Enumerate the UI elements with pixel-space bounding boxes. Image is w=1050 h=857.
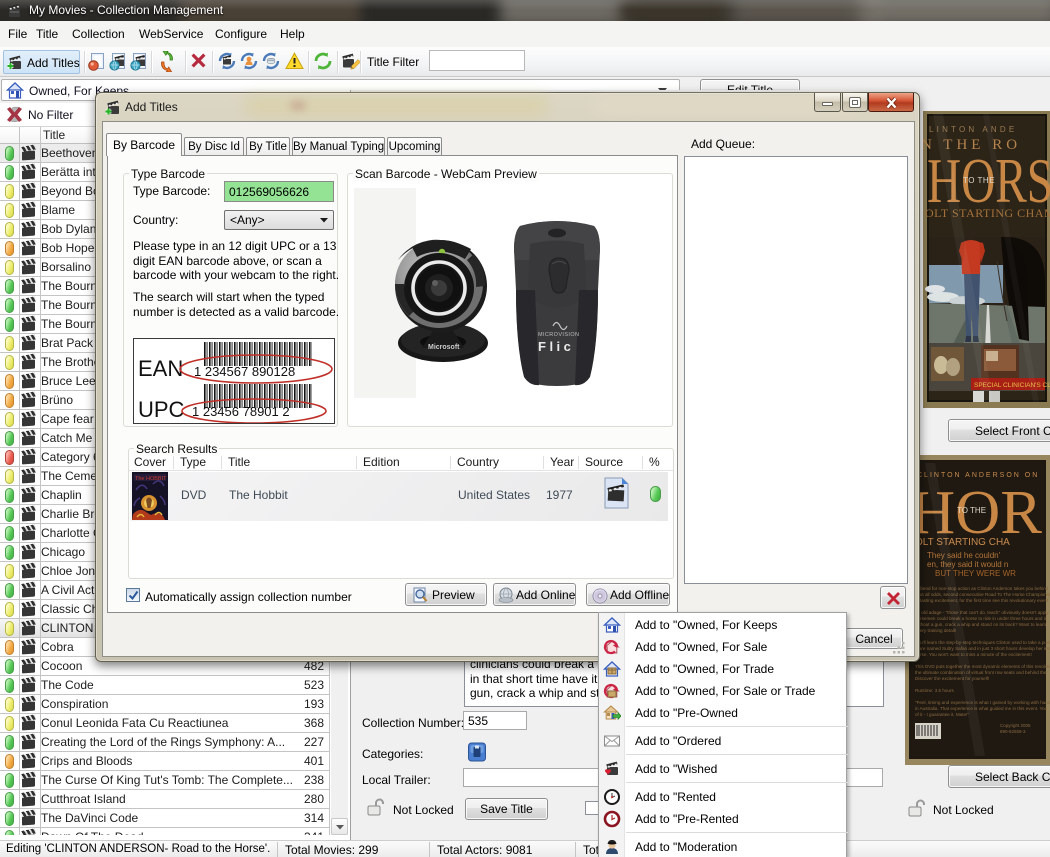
svg-text:You'll learn the step-by-step: You'll learn the step-by-step techniques… (915, 640, 1050, 645)
svg-text:OLT STARTING CHAM: OLT STARTING CHAM (925, 206, 1050, 220)
svg-text:of it - I guarantee it, Mate!": of it - I guarantee it, Mate!" (915, 712, 969, 717)
svg-text:MICROVISION: MICROVISION (538, 332, 579, 338)
svg-text:EAN: EAN (138, 356, 183, 381)
svg-text:horsemen could break a horse t: horsemen could break a horse to ride in … (915, 616, 1048, 621)
svg-text:UPC: UPC (138, 397, 185, 422)
svg-text:TO THE: TO THE (957, 506, 986, 515)
svg-text:without a gun, crack a whip an: without a gun, crack a whip and stand on… (915, 622, 1047, 627)
svg-text:an old adage - "those that can: an old adage - "those that can't do, tea… (915, 610, 1049, 615)
svg-text:Discover the excitement for yo: Discover the excitement for yourself! (915, 676, 989, 681)
svg-text:They said he couldn': They said he couldn' (927, 551, 1001, 560)
svg-text:of lasting excitement, for the: of lasting excitement, for the first tim… (915, 598, 1049, 603)
svg-text:in Australia. That experience: in Australia. That experience is what gu… (915, 706, 1048, 711)
svg-text:Flic: Flic (538, 339, 574, 354)
svg-text:horse. You won't want to miss: horse. You won't want to miss a minute o… (915, 652, 1032, 657)
svg-text:mare named Sultry Safari and i: mare named Sultry Safari and in just 3 s… (915, 646, 1050, 651)
svg-text:Runtime: 3.5 hours: Runtime: 3.5 hours (915, 688, 955, 693)
svg-text:Copyright 2005: Copyright 2005 (1000, 723, 1031, 728)
svg-text:Microsoft: Microsoft (428, 344, 460, 351)
svg-text:1 234567 890128: 1 234567 890128 (194, 364, 295, 379)
svg-text:the ultimate combination of vi: the ultimate combination of virtual fron… (915, 670, 1047, 675)
svg-text:OLT STARTING CHA: OLT STARTING CHA (915, 537, 1010, 548)
svg-text:"Feel, timing and experience i: "Feel, timing and experience is what I g… (915, 700, 1050, 705)
svg-text:every training detail!: every training detail! (915, 628, 956, 633)
svg-text:shut all odds, second consecut: shut all odds, second consecutive Road T… (915, 592, 1050, 597)
svg-text:TO THE: TO THE (963, 176, 995, 185)
svg-text:en, they said it would n: en, they said it would n (927, 560, 1008, 569)
svg-text:or bend for non-stop action as: or bend for non-stop action as Clinton A… (915, 586, 1049, 591)
svg-text:1 23456 78901 2: 1 23456 78901 2 (192, 404, 290, 419)
svg-text:The HOBBIT: The HOBBIT (135, 476, 167, 482)
svg-text:890-62558-3: 890-62558-3 (1000, 729, 1026, 734)
svg-text:This DVD puts together the mos: This DVD puts together the most dynamic … (915, 664, 1050, 669)
